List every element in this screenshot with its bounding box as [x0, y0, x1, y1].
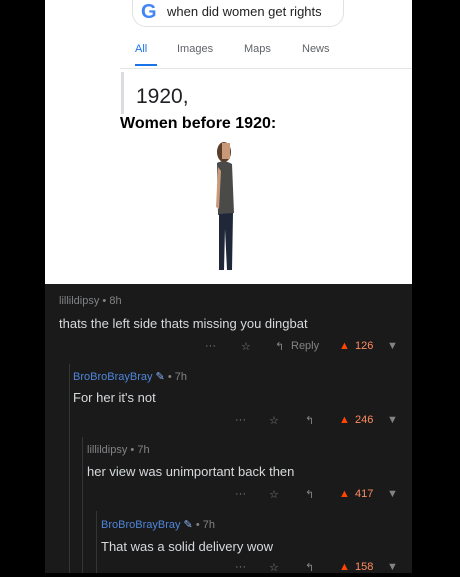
more-options-button[interactable]: ···	[235, 414, 246, 426]
score: 126	[355, 340, 374, 352]
username[interactable]: BroBroBrayBray	[73, 371, 152, 383]
comment-meta: lillildipsy • 7h	[87, 444, 150, 456]
google-logo-icon: G	[141, 1, 157, 23]
timestamp: 7h	[202, 519, 215, 531]
thread-line	[96, 511, 97, 573]
tab-images: Images	[177, 43, 214, 55]
more-options-button[interactable]: ···	[235, 561, 246, 573]
award-icon[interactable]: ☆	[269, 561, 279, 574]
username[interactable]: BroBroBrayBray	[101, 519, 180, 531]
reply-icon[interactable]: ↰	[305, 561, 314, 574]
reply-icon[interactable]: ↰	[275, 340, 284, 353]
timestamp: 8h	[109, 295, 122, 307]
comment-body: For her it's not	[73, 390, 156, 405]
answer-text: 1920,	[136, 85, 189, 108]
more-options-button[interactable]: ···	[235, 488, 246, 500]
downvote-icon[interactable]: ▼	[387, 488, 398, 500]
downvote-icon[interactable]: ▼	[387, 414, 398, 426]
comment: lillildipsy • 7h	[87, 444, 150, 456]
comment-body: thats the left side thats missing you di…	[59, 316, 308, 331]
upvote-icon[interactable]: ▲	[339, 561, 350, 573]
award-icon[interactable]: ☆	[269, 488, 279, 501]
score: 246	[355, 414, 374, 426]
tab-underline	[135, 64, 157, 66]
comment: lillildipsy • 8h	[59, 295, 122, 307]
reply-icon[interactable]: ↰	[305, 488, 314, 501]
tab-maps: Maps	[244, 43, 271, 55]
comment-body: That was a solid delivery wow	[101, 539, 273, 554]
hammer-icon: ✎	[183, 519, 193, 531]
comment: BroBroBrayBray ✎ • 7h	[101, 518, 215, 531]
comment-actions: ··· ☆ ↰ ▲ 158 ▼	[235, 561, 405, 577]
tab-all: All	[135, 43, 148, 55]
upvote-icon[interactable]: ▲	[339, 340, 350, 352]
downvote-icon[interactable]: ▼	[387, 561, 398, 573]
upvote-icon[interactable]: ▲	[339, 488, 350, 500]
comment-thread: lillildipsy • 8h thats the left side tha…	[45, 284, 412, 574]
timestamp: 7h	[174, 371, 187, 383]
comment: BroBroBrayBray ✎ • 7h	[73, 370, 187, 383]
reply-button[interactable]: Reply	[291, 340, 319, 352]
left-letterbox	[0, 0, 45, 573]
half-woman-figure	[216, 142, 234, 270]
meme-caption: Women before 1920:	[120, 115, 277, 132]
comment-meta: lillildipsy • 8h	[59, 295, 122, 307]
google-search-bar: G when did women get rights	[132, 0, 344, 27]
comment-actions: ··· ☆ ↰ ▲ 417 ▼	[235, 488, 405, 504]
score: 417	[355, 488, 374, 500]
username[interactable]: lillildipsy	[59, 295, 99, 307]
score: 158	[355, 561, 374, 573]
right-letterbox	[412, 0, 460, 573]
comment-actions: ··· ☆ ↰ Reply ▲ 126 ▼	[205, 340, 405, 356]
downvote-icon[interactable]: ▼	[387, 340, 398, 352]
reply-icon[interactable]: ↰	[305, 414, 314, 427]
username[interactable]: lillildipsy	[87, 444, 127, 456]
answer-bar	[121, 72, 124, 114]
award-icon[interactable]: ☆	[241, 340, 251, 353]
search-query: when did women get rights	[167, 4, 322, 19]
hammer-icon: ✎	[155, 371, 165, 383]
timestamp: 7h	[137, 444, 150, 456]
comment-actions: ··· ☆ ↰ ▲ 246 ▼	[235, 414, 405, 430]
comment-body: her view was unimportant back then	[87, 464, 295, 479]
meme-image: G when did women get rights All Images M…	[45, 0, 412, 284]
thread-line	[69, 364, 70, 573]
award-icon[interactable]: ☆	[269, 414, 279, 427]
upvote-icon[interactable]: ▲	[339, 414, 350, 426]
thread-line	[82, 437, 83, 573]
tabs-divider	[120, 68, 412, 69]
comment-meta: BroBroBrayBray ✎ • 7h	[73, 371, 187, 383]
tab-news: News	[302, 43, 330, 55]
more-options-button[interactable]: ···	[205, 340, 216, 352]
comment-meta: BroBroBrayBray ✎ • 7h	[101, 519, 215, 531]
